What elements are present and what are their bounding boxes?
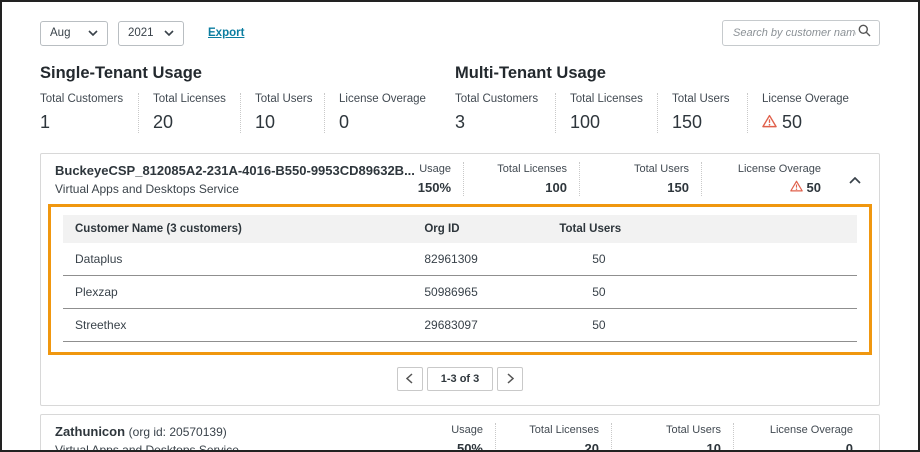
chevron-up-icon <box>849 172 861 187</box>
table-row: Plexzap 50986965 50 <box>63 276 857 309</box>
customer-card-zathunicon: Zathunicon (org id: 20570139) Virtual Ap… <box>40 414 880 452</box>
tenant-card-buckeyecsp: BuckeyeCSP_812085A2-231A-4016-B550-9953C… <box>40 153 880 406</box>
expanded-customers-highlight: Customer Name (3 customers) Org ID Total… <box>48 204 872 355</box>
search-icon <box>858 24 871 42</box>
stat-total-users: Total Users 10 <box>611 423 733 452</box>
column-org-id: Org ID <box>412 215 547 243</box>
cell-customer-name: Plexzap <box>63 276 412 309</box>
cell-org-id: 29683097 <box>412 309 547 342</box>
cell-total-users: 50 <box>547 309 650 342</box>
toolbar: Aug 2021 Export <box>40 20 880 46</box>
single-tenant-section: Single-Tenant Usage Total Customers 1 To… <box>40 64 455 133</box>
stat-license-overage: License Overage 0 <box>324 93 434 133</box>
stat-total-licenses: Total Licenses 100 <box>555 93 657 133</box>
stat-license-overage: License Overage 0 <box>733 423 865 452</box>
search-input[interactable] <box>731 26 858 40</box>
cell-org-id: 50986965 <box>412 276 547 309</box>
warning-triangle-icon <box>790 180 803 195</box>
stat-total-licenses: Total Licenses 100 <box>463 162 579 196</box>
stat-usage: Usage 50% <box>429 423 495 452</box>
chevron-down-icon <box>88 27 98 39</box>
stat-total-licenses: Total Licenses 20 <box>138 93 240 133</box>
column-total-users: Total Users <box>547 215 650 243</box>
cell-customer-name: Dataplus <box>63 243 412 276</box>
tenant-card-stats: Usage 150% Total Licenses 100 Total User… <box>397 162 865 196</box>
cell-org-id: 82961309 <box>412 243 547 276</box>
stat-license-overage: License Overage 50 <box>701 162 833 196</box>
tenant-service-name: Virtual Apps and Desktops Service <box>55 182 397 196</box>
customer-card-header[interactable]: Zathunicon (org id: 20570139) Virtual Ap… <box>41 415 879 452</box>
customer-name: Zathunicon (org id: 20570139) <box>55 424 429 439</box>
stat-usage: Usage 150% <box>397 162 463 196</box>
month-dropdown[interactable]: Aug <box>40 21 108 46</box>
warning-triangle-icon <box>762 112 777 133</box>
cell-total-users: 50 <box>547 276 650 309</box>
app-window: Aug 2021 Export Single-Tenant Usage T <box>0 0 920 452</box>
pagination-next-button[interactable] <box>497 367 523 391</box>
usage-summary: Single-Tenant Usage Total Customers 1 To… <box>40 64 880 133</box>
collapse-tenant-button[interactable] <box>845 162 865 196</box>
stat-total-customers: Total Customers 3 <box>455 93 555 133</box>
column-customer-name: Customer Name (3 customers) <box>63 215 412 243</box>
table-row: Dataplus 82961309 50 <box>63 243 857 276</box>
stat-total-users: Total Users 150 <box>657 93 747 133</box>
customer-service-name: Virtual Apps and Desktops Service <box>55 443 429 452</box>
year-dropdown[interactable]: 2021 <box>118 21 184 46</box>
search-box[interactable] <box>722 20 880 46</box>
multi-tenant-section: Multi-Tenant Usage Total Customers 3 Tot… <box>455 64 859 133</box>
cell-total-users: 50 <box>547 243 650 276</box>
stat-license-overage: License Overage 50 <box>747 93 859 133</box>
multi-tenant-stats: Total Customers 3 Total Licenses 100 Tot… <box>455 93 859 133</box>
pagination-prev-button[interactable] <box>397 367 423 391</box>
stat-total-licenses: Total Licenses 20 <box>495 423 611 452</box>
stat-total-users: Total Users 10 <box>240 93 324 133</box>
multi-tenant-title: Multi-Tenant Usage <box>455 64 859 83</box>
cell-customer-name: Streethex <box>63 309 412 342</box>
tenant-card-header[interactable]: BuckeyeCSP_812085A2-231A-4016-B550-9953C… <box>41 154 879 204</box>
table-row: Streethex 29683097 50 <box>63 309 857 342</box>
stat-total-customers: Total Customers 1 <box>40 93 138 133</box>
single-tenant-stats: Total Customers 1 Total Licenses 20 Tota… <box>40 93 455 133</box>
customers-table: Customer Name (3 customers) Org ID Total… <box>63 215 857 342</box>
pagination: 1-3 of 3 <box>41 355 879 405</box>
column-filler <box>651 215 857 243</box>
customer-card-stats: Usage 50% Total Licenses 20 Total Users … <box>429 423 865 452</box>
month-dropdown-value: Aug <box>50 27 70 39</box>
customer-org-id: (org id: 20570139) <box>129 425 227 439</box>
tenant-name: BuckeyeCSP_812085A2-231A-4016-B550-9953C… <box>55 163 397 178</box>
single-tenant-title: Single-Tenant Usage <box>40 64 455 83</box>
export-link[interactable]: Export <box>208 27 244 39</box>
chevron-left-icon <box>406 372 413 387</box>
year-dropdown-value: 2021 <box>128 27 154 39</box>
chevron-down-icon <box>164 27 174 39</box>
chevron-right-icon <box>507 372 514 387</box>
stat-total-users: Total Users 150 <box>579 162 701 196</box>
customers-table-header-row: Customer Name (3 customers) Org ID Total… <box>63 215 857 243</box>
pagination-range: 1-3 of 3 <box>427 367 494 391</box>
